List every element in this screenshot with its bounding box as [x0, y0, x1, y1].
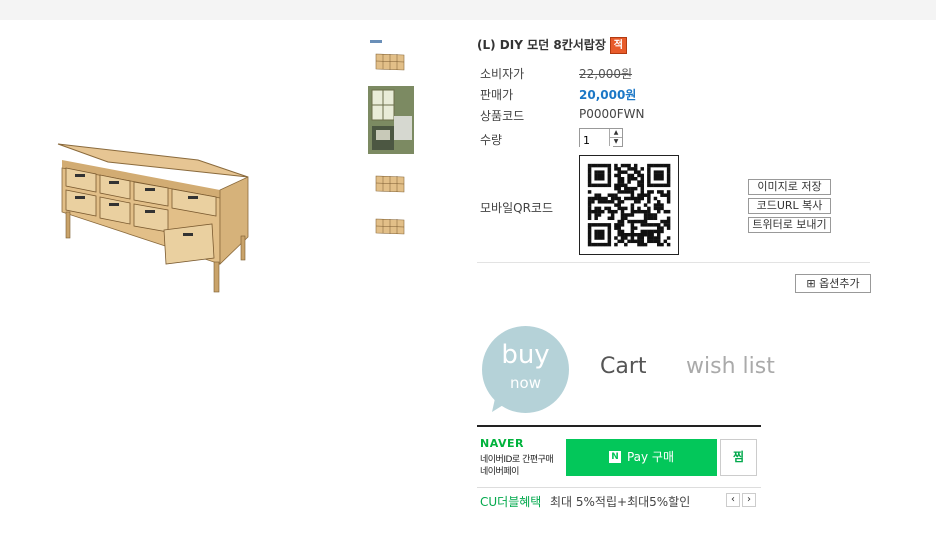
- reward-badge-icon: 적: [609, 37, 627, 54]
- divider: [477, 262, 870, 263]
- divider-dark: [477, 425, 761, 427]
- add-option-button[interactable]: ⊞ 옵션추가: [795, 274, 871, 293]
- save-image-button[interactable]: 이미지로 저장: [748, 179, 831, 195]
- sale-price: 20,000원: [579, 88, 637, 102]
- buy-now-label: now: [510, 374, 541, 392]
- product-title: (L) DIY 모던 8칸서랍장: [477, 38, 606, 52]
- qr-code: [579, 155, 679, 255]
- sale-price-label: 판매가: [480, 88, 514, 102]
- thumbnail-4[interactable]: [368, 213, 408, 243]
- buy-now-button[interactable]: buy now: [482, 326, 569, 413]
- zzim-button[interactable]: 찜: [720, 439, 757, 476]
- thumbnail-3[interactable]: [368, 168, 408, 198]
- naver-logo: NAVER: [480, 437, 524, 450]
- consumer-price: 22,000원: [579, 67, 633, 81]
- buy-label: buy: [501, 340, 550, 370]
- naver-pay-button[interactable]: N Pay 구매: [566, 439, 717, 476]
- copy-url-button[interactable]: 코드URL 복사: [748, 198, 831, 214]
- thumbnail-1[interactable]: [368, 38, 408, 76]
- quantity-stepper: ▲ ▼: [579, 128, 623, 149]
- cart-button[interactable]: Cart: [600, 354, 647, 379]
- qr-label: 모바일QR코드: [480, 201, 553, 215]
- naver-line2: 네이버페이: [480, 467, 519, 477]
- quantity-label: 수량: [480, 133, 503, 147]
- cu-benefit-desc: 최대 5%적립+최대5%할인: [550, 495, 691, 509]
- quantity-up-icon[interactable]: ▲: [610, 129, 622, 138]
- prev-arrow-icon[interactable]: ‹: [726, 493, 740, 507]
- product-main-image: [57, 143, 249, 293]
- consumer-price-label: 소비자가: [480, 67, 525, 81]
- product-title-row: (L) DIY 모던 8칸서랍장 적: [477, 36, 627, 54]
- cu-benefit-label: CU더블혜택: [480, 495, 542, 509]
- product-code-label: 상품코드: [480, 109, 525, 123]
- quantity-spinner: ▲ ▼: [609, 129, 622, 146]
- next-arrow-icon[interactable]: ›: [742, 493, 756, 507]
- top-bar: [0, 0, 936, 20]
- quantity-down-icon[interactable]: ▼: [610, 138, 622, 146]
- thumbnail-2[interactable]: [368, 86, 414, 154]
- plus-box-icon: ⊞: [806, 277, 816, 290]
- product-code: P0000FWN: [579, 107, 645, 121]
- naver-n-icon: N: [608, 450, 621, 463]
- naver-pay-label: Pay 구매: [626, 450, 675, 464]
- add-option-label: 옵션추가: [819, 277, 860, 290]
- divider: [477, 487, 761, 488]
- wishlist-button[interactable]: wish list: [686, 354, 775, 379]
- twitter-share-button[interactable]: 트위터로 보내기: [748, 217, 831, 233]
